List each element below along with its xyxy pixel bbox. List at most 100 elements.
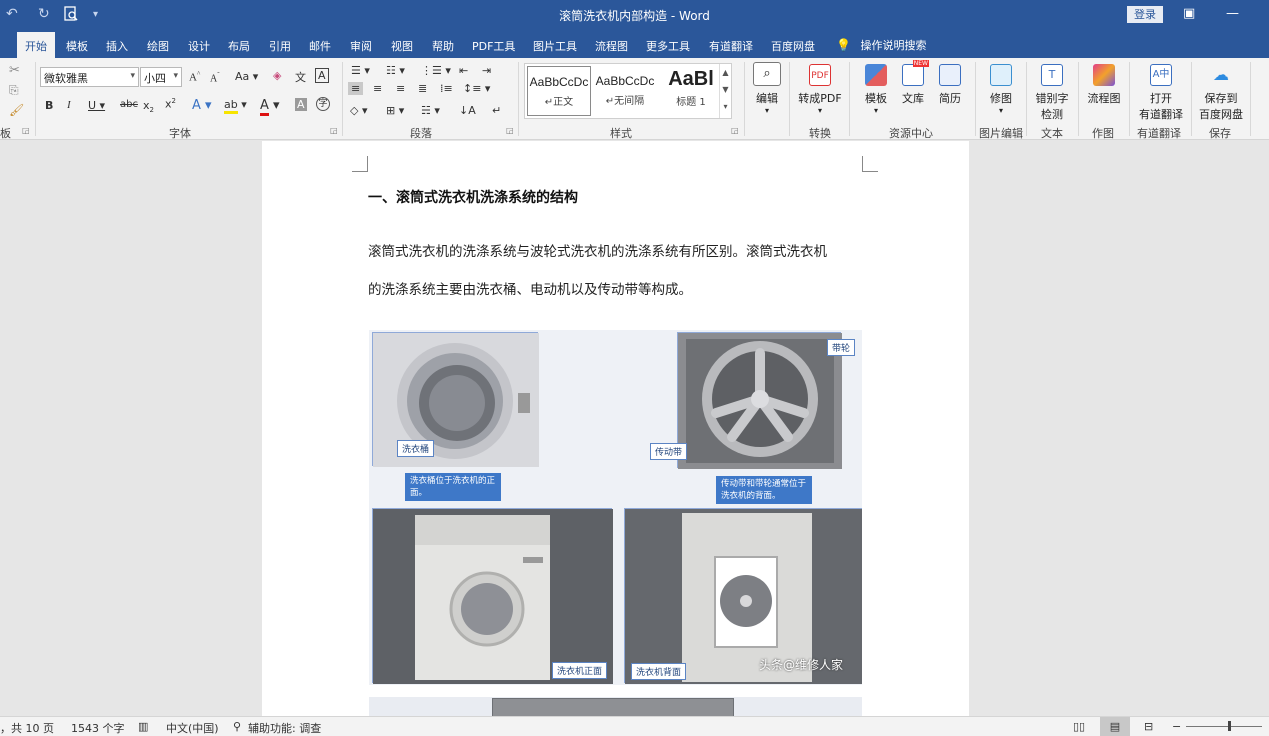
document-page[interactable]: 一、滚筒式洗衣机洗涤系统的结构 滚筒式洗衣机的洗涤系统与波轮式洗衣机的洗涤系统有… xyxy=(262,141,969,716)
style-heading1[interactable]: AaBl 标题 1 xyxy=(659,66,723,116)
save-baidu-label-1: 保存到 xyxy=(1204,92,1238,105)
bold-icon[interactable]: B xyxy=(45,99,53,112)
flowchart-button[interactable]: 流程图 xyxy=(1086,64,1122,106)
increase-indent-icon[interactable]: ⇥ xyxy=(482,64,491,77)
numbering-icon[interactable]: ☷ ▾ xyxy=(386,64,405,77)
underline-icon[interactable]: U ▾ xyxy=(88,99,105,112)
read-mode-icon[interactable]: ▯▯ xyxy=(1073,720,1085,733)
tab-youdao-translate[interactable]: 有道翻译 xyxy=(709,38,753,54)
paragraph-launcher-icon[interactable]: ◲ xyxy=(506,126,514,135)
tab-mailings[interactable]: 邮件 xyxy=(309,38,331,54)
document-area[interactable]: 一、滚筒式洗衣机洗涤系统的结构 滚筒式洗衣机的洗涤系统与波轮式洗衣机的洗涤系统有… xyxy=(0,141,1269,716)
style-normal-sample: AaBbCcDc xyxy=(529,75,589,89)
proofing-icon[interactable]: ▥ xyxy=(138,720,148,733)
copy-icon[interactable]: ⎘ xyxy=(9,83,19,98)
borders-icon[interactable]: ⊞ ▾ xyxy=(386,104,404,117)
clipboard-launcher-icon[interactable]: ◲ xyxy=(22,126,30,135)
grow-font-icon[interactable]: A^ xyxy=(189,70,200,84)
youdao-label-1: 打开 xyxy=(1150,92,1172,105)
minimize-icon[interactable]: — xyxy=(1226,6,1239,21)
accessibility-status[interactable]: 辅助功能: 调查 xyxy=(248,720,321,736)
editing-button[interactable]: ⌕ 编辑 ▾ xyxy=(752,62,782,115)
tab-design[interactable]: 设计 xyxy=(188,38,210,54)
retouch-button[interactable]: 修图 ▾ xyxy=(987,64,1015,115)
show-formatting-marks-icon[interactable]: ↵ xyxy=(492,104,501,117)
tell-me-search[interactable]: 💡 操作说明搜索 xyxy=(836,37,926,53)
tab-pdf-tools[interactable]: PDF工具 xyxy=(472,38,515,54)
page-count[interactable]: ，共 10 页 xyxy=(0,720,54,736)
tab-help[interactable]: 帮助 xyxy=(432,38,454,54)
asian-layout-icon[interactable]: ☵ ▾ xyxy=(421,104,440,117)
translate-icon: A中 xyxy=(1150,64,1172,86)
line-spacing-icon[interactable]: ↕≡ ▾ xyxy=(463,82,490,95)
cut-icon[interactable]: ✂ xyxy=(9,63,20,78)
italic-icon[interactable]: I xyxy=(67,99,71,111)
zoom-slider-thumb[interactable] xyxy=(1228,721,1231,731)
front-photo xyxy=(372,508,613,684)
clear-formatting-icon[interactable]: ◈ xyxy=(273,69,281,82)
bullets-icon[interactable]: ☰ ▾ xyxy=(351,64,370,77)
tab-template[interactable]: 模板 xyxy=(66,38,88,54)
tab-home[interactable]: 开始 xyxy=(17,32,55,58)
align-center-icon[interactable]: ≡ xyxy=(373,82,382,95)
superscript-icon[interactable]: x2 xyxy=(165,97,176,111)
character-shading-icon[interactable]: A xyxy=(295,98,307,111)
web-layout-icon[interactable]: ⊟ xyxy=(1144,720,1153,733)
distributed-icon[interactable]: ⁞≡ xyxy=(440,82,453,95)
zoom-out-icon[interactable]: − xyxy=(1172,720,1181,733)
tab-draw[interactable]: 绘图 xyxy=(147,38,169,54)
multilevel-list-icon[interactable]: ⋮☰ ▾ xyxy=(421,64,451,77)
library-button[interactable]: NEW 文库 xyxy=(899,60,929,106)
language-status[interactable]: 中文(中国) xyxy=(166,720,219,736)
highlight-color-icon[interactable]: ab ▾ xyxy=(224,98,247,114)
align-left-icon[interactable]: ≡ xyxy=(348,82,364,95)
font-launcher-icon[interactable]: ◲ xyxy=(330,126,338,135)
template-button[interactable]: 模板 ▾ xyxy=(861,64,891,115)
zoom-slider[interactable] xyxy=(1186,726,1262,727)
sort-icon[interactable]: ↓A xyxy=(459,104,476,117)
login-button[interactable]: 登录 xyxy=(1127,6,1163,23)
font-size-select[interactable]: 小四 ▾ xyxy=(140,67,182,87)
strikethrough-icon[interactable]: abc xyxy=(120,99,138,110)
convert-group-label: 转换 xyxy=(809,127,831,140)
tab-review[interactable]: 审阅 xyxy=(350,38,372,54)
word-count[interactable]: 1543 个字 xyxy=(71,720,125,736)
style-no-spacing[interactable]: AaBbCcDc ↵无间隔 xyxy=(593,66,657,116)
character-border-icon[interactable]: A xyxy=(315,68,329,83)
print-layout-icon[interactable]: ▤ xyxy=(1100,717,1130,736)
subscript-icon[interactable]: x2 xyxy=(143,99,154,114)
tab-more-tools[interactable]: 更多工具 xyxy=(646,38,690,54)
typo-check-button[interactable]: T 错别字 检测 xyxy=(1034,64,1070,122)
decrease-indent-icon[interactable]: ⇤ xyxy=(459,64,468,77)
styles-launcher-icon[interactable]: ◲ xyxy=(731,126,739,135)
format-painter-icon[interactable]: 🖌 xyxy=(9,103,24,117)
align-right-icon[interactable]: ≡ xyxy=(396,82,405,95)
ribbon-tabs: 开始 模板 插入 绘图 设计 布局 引用 邮件 审阅 视图 帮助 PDF工具 图… xyxy=(0,30,1269,58)
font-color-icon[interactable]: A ▾ xyxy=(260,98,280,116)
washing-machine-figure[interactable]: 洗衣桶 洗衣桶位于洗衣机的正面。 带轮 传动带 传动带和带轮通常位于洗衣机的背面… xyxy=(369,330,862,685)
font-name-select[interactable]: 微软雅黑 ▾ xyxy=(40,67,139,87)
library-label: 文库 xyxy=(902,92,924,105)
tab-view[interactable]: 视图 xyxy=(391,38,413,54)
ribbon-display-options-icon[interactable]: ▣ xyxy=(1183,6,1195,21)
tab-layout[interactable]: 布局 xyxy=(228,38,250,54)
youdao-translate-button[interactable]: A中 打开 有道翻译 xyxy=(1137,64,1185,122)
enclose-characters-icon[interactable]: 字 xyxy=(316,97,330,111)
font-name-value: 微软雅黑 xyxy=(44,72,88,85)
convert-pdf-button[interactable]: PDF 转成PDF ▾ xyxy=(797,64,843,115)
text-effects-icon[interactable]: A ▾ xyxy=(192,98,212,113)
resume-button[interactable]: 简历 xyxy=(936,64,964,106)
tab-picture-tools[interactable]: 图片工具 xyxy=(533,38,577,54)
tab-references[interactable]: 引用 xyxy=(269,38,291,54)
styles-scroll[interactable]: ▲ ▼ ▾ xyxy=(719,64,731,118)
shading-icon[interactable]: ◇ ▾ xyxy=(350,104,367,117)
shrink-font-icon[interactable]: Aˇ xyxy=(210,71,220,84)
tab-baidu-netdisk[interactable]: 百度网盘 xyxy=(771,38,815,54)
change-case-icon[interactable]: Aa ▾ xyxy=(235,70,258,83)
style-normal[interactable]: AaBbCcDc ↵正文 xyxy=(527,66,591,116)
save-baidu-button[interactable]: ☁ 保存到 百度网盘 xyxy=(1197,64,1245,122)
justify-icon[interactable]: ≣ xyxy=(418,82,427,95)
tab-insert[interactable]: 插入 xyxy=(106,38,128,54)
tab-flowchart[interactable]: 流程图 xyxy=(595,38,628,54)
phonetic-guide-icon[interactable]: 文 xyxy=(295,69,306,85)
